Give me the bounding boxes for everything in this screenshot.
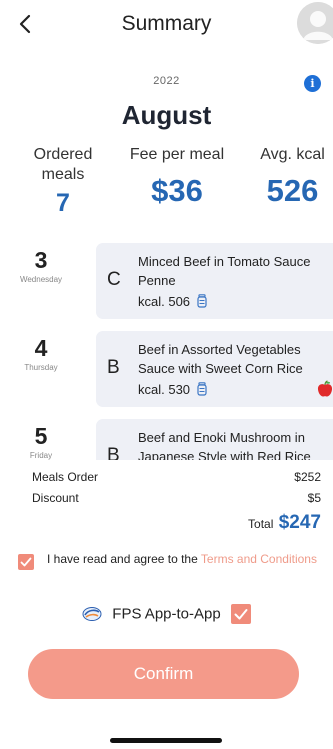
meal-set-letter: B — [107, 357, 120, 378]
weekday-label: Thursday — [24, 363, 58, 372]
weekday-label: Friday — [29, 451, 53, 460]
total-value: $247 — [278, 512, 321, 533]
avatar[interactable] — [297, 2, 333, 44]
day-number: 3 — [34, 247, 48, 273]
meal-set-letter: B — [107, 445, 120, 460]
fps-logo-icon — [82, 607, 102, 621]
meal-list[interactable]: 3 Wednesday C Minced Beef in Tomato Sauc… — [0, 243, 333, 460]
meals-order-label: Meals Order — [32, 470, 99, 484]
day-column: 5 Friday — [0, 419, 82, 460]
discount-value: $5 — [307, 491, 321, 505]
meal-row[interactable]: 4 Thursday B Beef in Assorted Vegetables… — [0, 331, 333, 407]
payment-label: FPS App-to-App — [112, 605, 221, 623]
check-icon — [234, 609, 248, 620]
stat-ordered-meals: Ordered meals 7 — [18, 145, 108, 218]
meals-order-value: $252 — [294, 470, 321, 484]
stat-label: Fee per meal — [129, 146, 225, 163]
terms-checkbox[interactable] — [18, 554, 34, 570]
header: Summary — [0, 0, 333, 48]
order-totals: Meals Order $252 Discount $5 Total $247 — [0, 462, 333, 542]
terms-prefix: I have read and agree to the — [47, 552, 201, 566]
user-avatar-icon — [297, 2, 333, 44]
stat-value: 526 — [266, 173, 319, 208]
meal-card[interactable]: B Beef and Enoki Mushroom in Japanese St… — [96, 419, 333, 460]
meal-name: Beef and Enoki Mushroom in Japanese Styl… — [138, 430, 311, 460]
stat-label: Ordered meals — [33, 146, 93, 183]
home-indicator — [110, 738, 222, 743]
meal-name: Beef in Assorted Vegetables Sauce with S… — [138, 342, 303, 376]
meal-kcal: kcal. 530 — [138, 382, 207, 397]
total-label: Total — [248, 517, 274, 531]
meal-card[interactable]: C Minced Beef in Tomato Sauce Penne kcal… — [96, 243, 333, 319]
day-column: 3 Wednesday — [0, 243, 82, 284]
meal-kcal: kcal. 506 — [138, 294, 207, 309]
portion-jar-icon — [197, 382, 207, 396]
day-number: 5 — [34, 423, 48, 449]
meal-row[interactable]: 3 Wednesday C Minced Beef in Tomato Sauc… — [0, 243, 333, 319]
stat-label: Avg. kcal — [260, 146, 325, 163]
meal-name: Minced Beef in Tomato Sauce Penne — [138, 254, 311, 288]
meal-row[interactable]: 5 Friday B Beef and Enoki Mushroom in Ja… — [0, 419, 333, 460]
portion-jar-icon — [197, 294, 207, 308]
discount-label: Discount — [32, 491, 79, 505]
check-icon — [20, 557, 32, 567]
weekday-label: Wednesday — [19, 275, 63, 284]
stat-value: 7 — [56, 189, 70, 217]
year-label: 2022 — [153, 75, 180, 87]
stat-fee-per-meal: Fee per meal $36 — [122, 145, 232, 209]
apple-icon — [317, 380, 333, 397]
month-title: August — [121, 100, 212, 130]
discount-row: Discount $5 — [32, 491, 321, 505]
payment-method: FPS App-to-App — [0, 604, 333, 626]
stat-value: $36 — [151, 173, 203, 208]
stat-avg-kcal: Avg. kcal 526 — [245, 145, 333, 209]
kcal-text: kcal. 506 — [138, 294, 191, 309]
day-number: 4 — [34, 335, 48, 361]
terms-link[interactable]: Terms and Conditions — [201, 552, 317, 566]
meal-card[interactable]: B Beef in Assorted Vegetables Sauce with… — [96, 331, 333, 407]
meal-set-letter: C — [107, 269, 121, 290]
meals-order-row: Meals Order $252 — [32, 470, 321, 484]
terms-text: I have read and agree to the Terms and C… — [47, 551, 317, 568]
page-title: Summary — [121, 12, 212, 35]
kcal-text: kcal. 530 — [138, 382, 191, 397]
confirm-button[interactable]: Confirm — [28, 649, 299, 699]
day-column: 4 Thursday — [0, 331, 82, 372]
total-row: Total $247 — [248, 512, 321, 534]
info-icon[interactable]: i — [304, 75, 321, 92]
payment-checkbox[interactable] — [231, 604, 252, 624]
